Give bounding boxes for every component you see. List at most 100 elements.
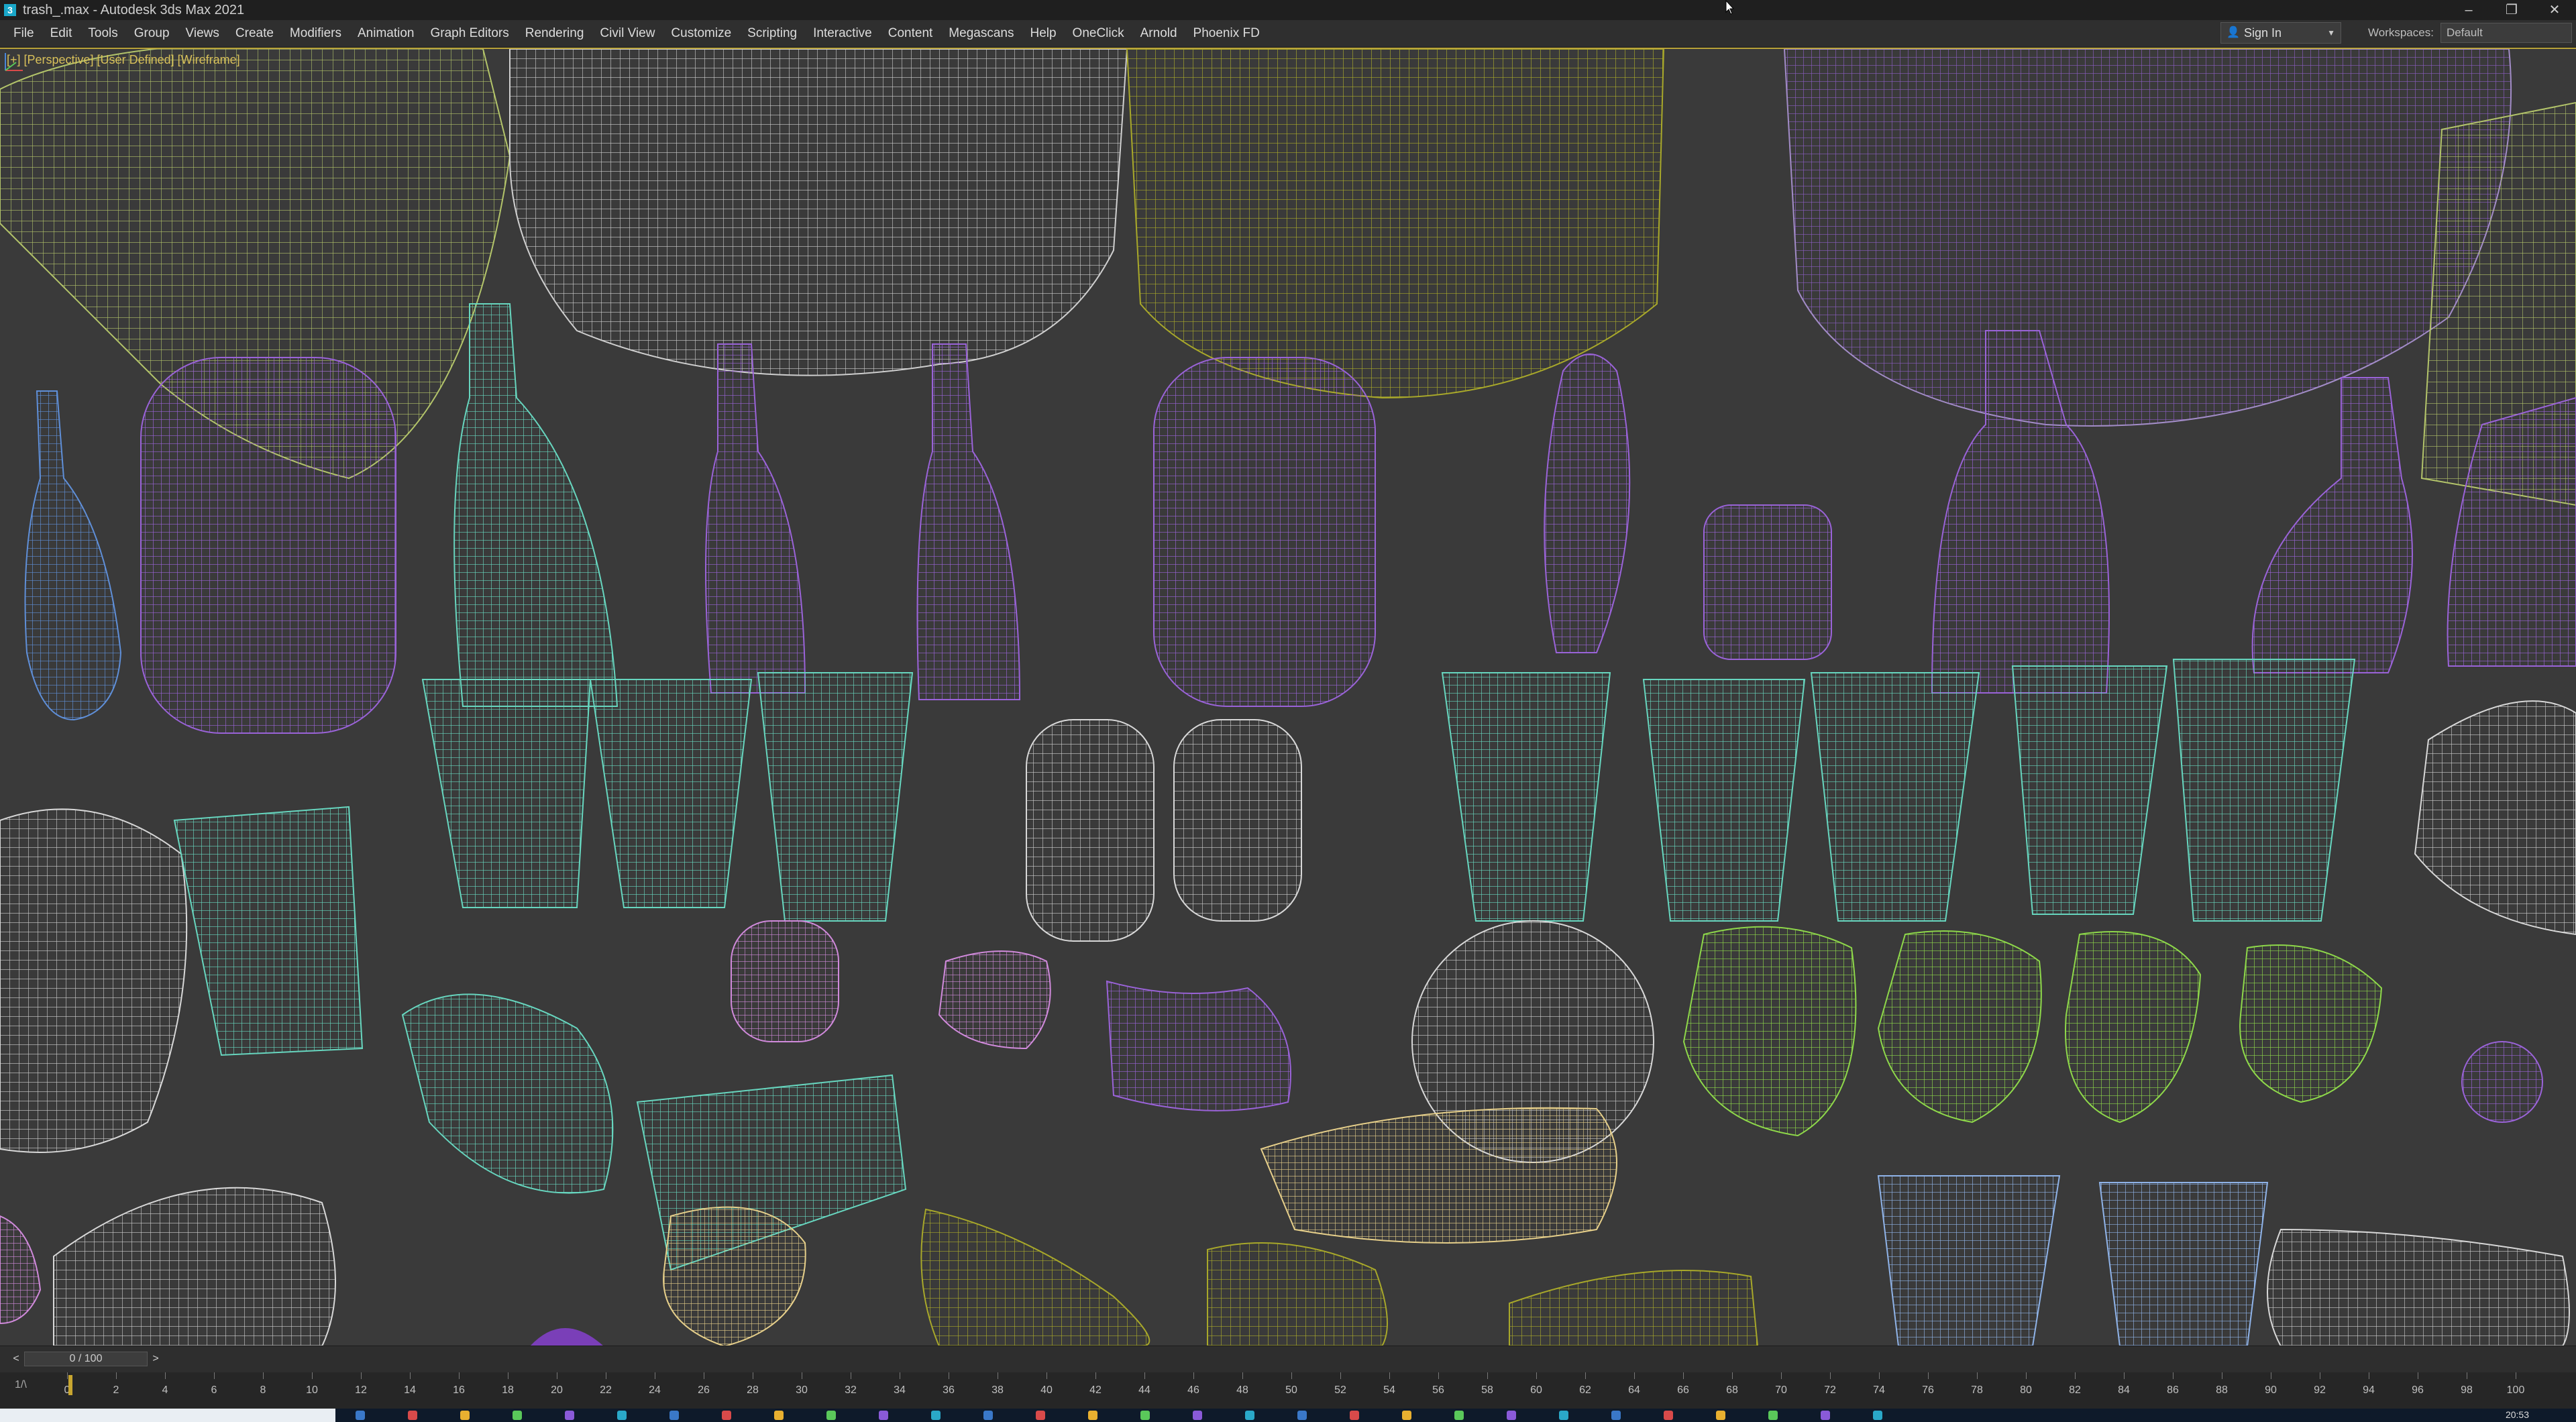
ruler-tick-label: 40: [1040, 1384, 1053, 1396]
olive-cylinder-bottom-mesh: [1509, 1270, 1759, 1346]
ruler-tick-label: 76: [1922, 1384, 1934, 1396]
menu-item-file[interactable]: File: [5, 20, 42, 47]
menu-item-create[interactable]: Create: [227, 20, 282, 47]
menu-item-customize[interactable]: Customize: [663, 20, 739, 47]
ruler-tick-label: 94: [2363, 1384, 2375, 1396]
current-frame-marker[interactable]: [68, 1375, 72, 1395]
workspaces-label: Workspaces:: [2368, 26, 2434, 39]
taskbar-app-icon[interactable]: [1036, 1411, 1045, 1420]
taskbar-app-icon[interactable]: [774, 1411, 784, 1420]
ruler-tick: [1193, 1372, 1194, 1379]
large-lilac-sack-mesh: [1783, 49, 2512, 427]
taskbar-app-icon[interactable]: [1664, 1411, 1673, 1420]
taskbar-app-icon[interactable]: [931, 1411, 941, 1420]
taskbar-app-icon[interactable]: [565, 1411, 574, 1420]
menu-bar: File Edit Tools Group Views Create Modifiers An…: [0, 20, 2576, 48]
taskbar-app-icon[interactable]: [1193, 1411, 1202, 1420]
minimize-button[interactable]: –: [2447, 0, 2490, 20]
workspace-dropdown[interactable]: Default: [2440, 23, 2572, 43]
taskbar-app-icon[interactable]: [1507, 1411, 1516, 1420]
taskbar-search-box[interactable]: [0, 1409, 335, 1422]
menu-item-phoenix-fd[interactable]: Phoenix FD: [1185, 20, 1268, 47]
taskbar-app-icon[interactable]: [356, 1411, 365, 1420]
taskbar-app-icon[interactable]: [826, 1411, 836, 1420]
ruler-tick-label: 16: [453, 1384, 465, 1396]
taskbar-app-icon[interactable]: [669, 1411, 679, 1420]
window-title: trash_.max - Autodesk 3ds Max 2021: [23, 2, 245, 17]
perspective-viewport[interactable]: [+] [Perspective] [User Defined] [Wirefr…: [0, 48, 2576, 1346]
menu-item-rendering[interactable]: Rendering: [517, 20, 592, 47]
menu-item-help[interactable]: Help: [1022, 20, 1064, 47]
menu-item-interactive[interactable]: Interactive: [805, 20, 880, 47]
ruler-tick: [1340, 1372, 1341, 1379]
taskbar-app-icon[interactable]: [1402, 1411, 1411, 1420]
taskbar-app-icon[interactable]: [1245, 1411, 1254, 1420]
viewport-label[interactable]: [+] [Perspective] [User Defined] [Wirefr…: [7, 53, 240, 67]
curve-editor-toggle[interactable]: 1/\: [15, 1379, 27, 1391]
previous-frame-button[interactable]: <: [9, 1352, 23, 1366]
ruler-tick: [1585, 1372, 1586, 1379]
taskbar-app-icon[interactable]: [1140, 1411, 1150, 1420]
menu-item-tools[interactable]: Tools: [80, 20, 125, 47]
ruler-tick: [1438, 1372, 1439, 1379]
taskbar-app-icon[interactable]: [1559, 1411, 1568, 1420]
menu-item-arnold[interactable]: Arnold: [1132, 20, 1185, 47]
taskbar-app-icon[interactable]: [983, 1411, 993, 1420]
ruler-tick-label: 56: [1432, 1384, 1444, 1396]
ruler-tick-label: 58: [1481, 1384, 1493, 1396]
taskbar-app-icon[interactable]: [1611, 1411, 1621, 1420]
taskbar-app-icon[interactable]: [513, 1411, 522, 1420]
ruler-tick-label: 10: [306, 1384, 318, 1396]
taskbar-app-icon[interactable]: [879, 1411, 888, 1420]
taskbar-app-icon[interactable]: [1350, 1411, 1359, 1420]
next-frame-button[interactable]: >: [149, 1352, 162, 1366]
workspaces-selector: Workspaces: Default: [2368, 22, 2572, 44]
menu-item-oneclick[interactable]: OneClick: [1065, 20, 1132, 47]
time-slider-thumb[interactable]: 0 / 100: [24, 1352, 148, 1366]
taskbar-app-icon[interactable]: [1716, 1411, 1725, 1420]
ruler-tick: [1536, 1372, 1537, 1379]
axis-gizmo-icon: [5, 53, 23, 71]
taskbar-app-icon[interactable]: [1821, 1411, 1830, 1420]
taskbar-app-icon[interactable]: [460, 1411, 470, 1420]
close-button[interactable]: ✕: [2533, 0, 2576, 20]
ruler-tick-label: 100: [2506, 1384, 2525, 1396]
purple-can-large-mesh: [140, 357, 396, 734]
taskbar-app-icon[interactable]: [1768, 1411, 1778, 1420]
frame-ruler[interactable]: 0 2 4 6 8 10 12 14 16 18 20 22 24 26 28 30 32 34 36 38 40 42 4…: [64, 1372, 2524, 1409]
ruler-tick-label: 14: [404, 1384, 416, 1396]
menu-item-graph-editors[interactable]: Graph Editors: [423, 20, 517, 47]
menu-item-megascans[interactable]: Megascans: [941, 20, 1022, 47]
menu-item-edit[interactable]: Edit: [42, 20, 80, 47]
ruler-tick-label: 84: [2118, 1384, 2130, 1396]
menu-item-group[interactable]: Group: [126, 20, 178, 47]
menu-item-civil-view[interactable]: Civil View: [592, 20, 663, 47]
ruler-tick-label: 30: [796, 1384, 808, 1396]
maximize-button[interactable]: ❐: [2490, 0, 2533, 20]
ruler-tick-label: 42: [1089, 1384, 1102, 1396]
ruler-tick: [2026, 1372, 2027, 1379]
menu-item-modifiers[interactable]: Modifiers: [282, 20, 350, 47]
menu-item-animation[interactable]: Animation: [350, 20, 423, 47]
taskbar-app-icon[interactable]: [1454, 1411, 1464, 1420]
purple-tall-bottle-mesh: [1544, 353, 1631, 653]
taskbar-app-icon[interactable]: [722, 1411, 731, 1420]
track-bar[interactable]: 1/\ 0 2 4 6 8 10 12 14 16 18 20 22 24 26 28 30 32 34 36 38 4…: [0, 1372, 2576, 1409]
sign-in-dropdown[interactable]: 👤 Sign In ▼: [2220, 22, 2341, 44]
menu-item-content[interactable]: Content: [880, 20, 941, 47]
taskbar-app-icon[interactable]: [1873, 1411, 1882, 1420]
taskbar-app-icon[interactable]: [1297, 1411, 1307, 1420]
title-bar: 3 trash_.max - Autodesk 3ds Max 2021 – ❐…: [0, 0, 2576, 20]
ruler-tick-label: 60: [1530, 1384, 1542, 1396]
ruler-tick-label: 24: [649, 1384, 661, 1396]
menu-item-scripting[interactable]: Scripting: [739, 20, 805, 47]
ruler-tick-label: 74: [1873, 1384, 1885, 1396]
taskbar-app-icon[interactable]: [408, 1411, 417, 1420]
taskbar-app-icon[interactable]: [1088, 1411, 1097, 1420]
ruler-tick: [2124, 1372, 2125, 1379]
chevron-down-icon: ▼: [2327, 28, 2335, 38]
taskbar-app-icon[interactable]: [617, 1411, 627, 1420]
menu-item-views[interactable]: Views: [178, 20, 227, 47]
purple-partial-bottom-mesh: [530, 1328, 604, 1346]
ruler-tick: [1046, 1372, 1047, 1379]
